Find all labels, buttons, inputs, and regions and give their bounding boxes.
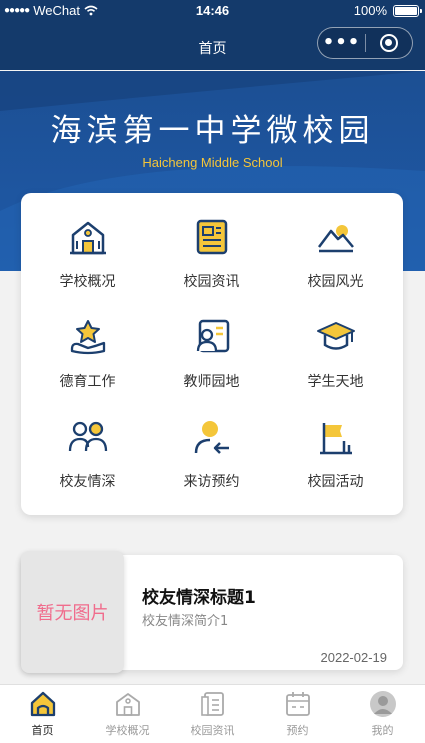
grid-item-moral-education[interactable]: 德育工作 [24,293,151,393]
tab-school-overview[interactable]: 学校概况 [85,685,170,743]
banner-title-en: Haicheng Middle School [142,155,283,170]
school-building-icon [115,693,140,716]
grid-item-campus-news[interactable]: 校园资讯 [148,193,275,293]
tab-home[interactable]: 首页 [0,685,85,743]
news-date: 2022-02-19 [320,650,388,665]
flag-icon [319,423,352,455]
tab-label: 校园资讯 [190,724,235,737]
news-thumbnail-placeholder: 暂无图片 [21,551,124,673]
user-avatar-icon [369,691,396,717]
grid-label: 来访预约 [183,474,240,490]
status-bar: ●●●●● WeChat 14:46 100% [0,0,425,22]
top-navigation-bar: ●●●●● WeChat 14:46 100% 首页 ••• [0,0,425,70]
alumni-news-card[interactable]: 暂无图片 校友情深标题1 校友情深简介1 2022-02-19 [21,551,403,673]
grid-item-school-overview[interactable]: 学校概况 [24,193,151,293]
teacher-board-icon [196,319,229,353]
grid-label: 学生天地 [307,374,364,390]
grid-item-campus-scenery[interactable]: 校园风光 [272,193,399,293]
battery-percent: 100% [353,3,387,18]
landscape-icon [317,225,354,253]
banner-title-cn: 海滨第一中学微校园 [50,113,375,149]
bottom-tab-bar: 首页 学校概况 校园资讯 预约 我的 [0,684,425,743]
grid-label: 德育工作 [59,374,116,390]
battery-status: 100% [353,3,422,18]
mini-program-capsule: ••• [317,27,413,59]
grid-label: 校园活动 [307,474,364,490]
graduation-cap-icon [316,322,355,350]
alumni-people-icon [68,421,107,452]
tab-appointment[interactable]: 预约 [255,685,340,743]
grid-label: 教师园地 [183,374,240,390]
close-button[interactable] [366,28,412,58]
tab-profile[interactable]: 我的 [340,685,425,743]
home-icon [30,691,55,717]
grid-item-alumni[interactable]: 校友情深 [24,393,151,493]
newspaper-icon [196,219,227,255]
news-summary: 校友情深简介1 [142,614,229,629]
grid-item-student-world[interactable]: 学生天地 [272,293,399,393]
grid-item-campus-activities[interactable]: 校园活动 [272,393,399,493]
more-dots-icon[interactable]: ••• [318,28,365,58]
tab-campus-news[interactable]: 校园资讯 [170,685,255,743]
close-target-icon [379,34,398,52]
tab-label: 我的 [371,724,394,737]
grid-label: 校园资讯 [183,274,240,290]
document-icon [200,692,224,716]
grid-item-visit-appointment[interactable]: 来访预约 [148,393,275,493]
tab-label: 学校概况 [105,724,150,737]
grid-label: 校友情深 [59,474,116,490]
school-building-icon [69,221,106,255]
tab-label: 预约 [286,724,309,737]
visitor-icon [194,421,229,454]
grid-item-teacher-corner[interactable]: 教师园地 [148,293,275,393]
news-title: 校友情深标题1 [142,588,256,608]
grid-label: 校园风光 [307,274,364,290]
tab-label: 首页 [31,724,54,737]
calendar-icon [285,692,310,716]
battery-icon [393,4,422,17]
feature-grid: 学校概况 校园资讯 校园风光 德育工作 教师园地 学生天地 校友情深 来访预约 … [21,193,403,515]
battery-fill [395,6,417,15]
star-hand-icon [70,320,105,355]
grid-label: 学校概况 [59,274,116,290]
